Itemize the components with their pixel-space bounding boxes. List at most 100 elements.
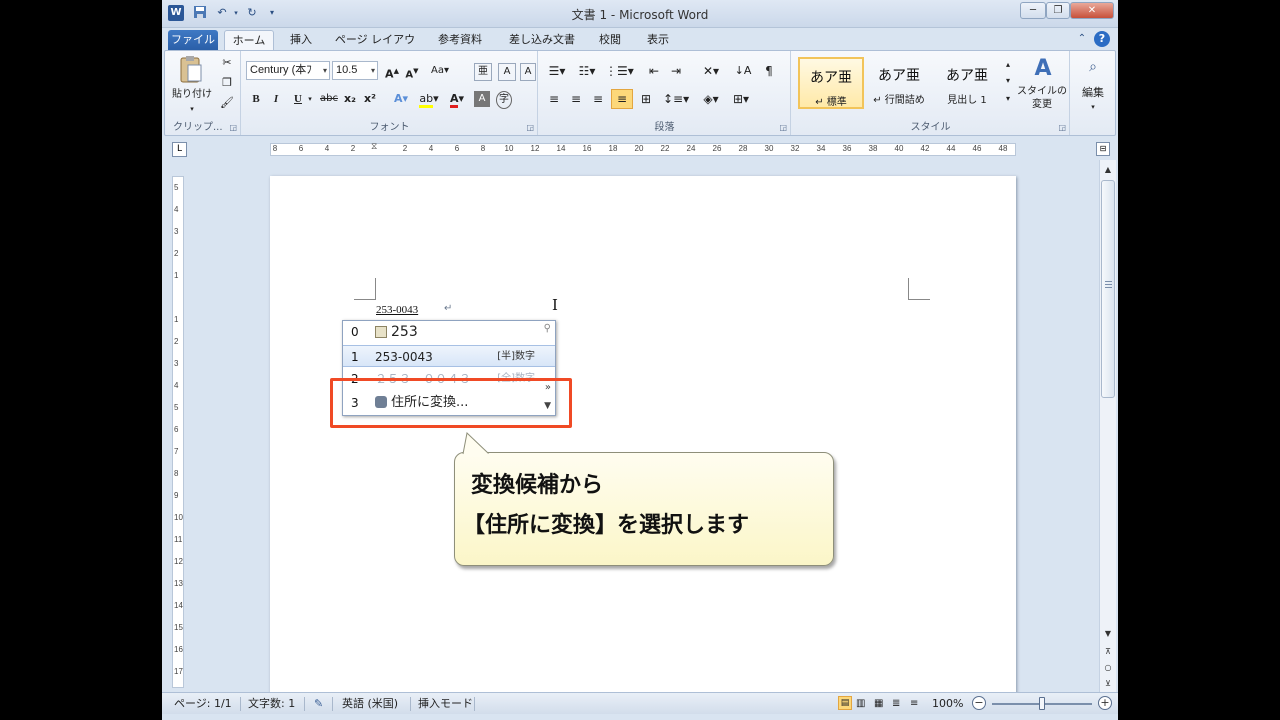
tab-page-layout[interactable]: ページ レイアウト: [330, 30, 420, 66]
sort-icon[interactable]: ↓A: [733, 63, 753, 79]
styles-launcher-icon[interactable]: ◲: [1058, 123, 1066, 132]
minimize-button[interactable]: ─: [1020, 2, 1046, 19]
font-launcher-icon[interactable]: ◲: [526, 123, 534, 132]
grow-font-icon[interactable]: A▲: [384, 63, 400, 83]
change-case-icon[interactable]: Aa▾: [430, 63, 450, 79]
tab-review[interactable]: 校閲: [590, 30, 630, 50]
text-effects-icon[interactable]: A▾: [390, 91, 412, 107]
subscript-button[interactable]: x₂: [342, 91, 358, 107]
zoom-slider-thumb[interactable]: [1039, 697, 1045, 710]
ruler-number: 20: [634, 144, 644, 153]
align-left-icon[interactable]: ≡: [545, 91, 563, 107]
browse-object-icon[interactable]: ○: [1101, 660, 1115, 675]
style-heading-1[interactable]: あア亜 見出し 1: [934, 57, 1000, 109]
vertical-ruler[interactable]: 5 4 3 2 1 1 2 3 4 5 6 7 8 9 10 11 12 13 14 15 16 17: [172, 176, 184, 688]
underline-dropdown-icon[interactable]: ▾: [306, 91, 314, 107]
superscript-button[interactable]: x²: [362, 91, 378, 107]
scroll-up-icon[interactable]: ▲: [1101, 162, 1115, 177]
copy-icon[interactable]: ❐: [219, 75, 235, 91]
zoom-level[interactable]: 100%: [932, 694, 963, 714]
next-page-icon[interactable]: ⊻: [1101, 676, 1115, 691]
indent-marker-icon[interactable]: ⧖: [371, 142, 377, 152]
print-layout-icon[interactable]: ▤: [838, 696, 852, 710]
font-name-combo[interactable]: Century (本ﾌ ▾: [246, 61, 330, 80]
bold-button[interactable]: B: [248, 91, 264, 107]
candidate-0[interactable]: 0 253: [343, 321, 555, 343]
borders-icon[interactable]: ⊞▾: [729, 91, 753, 107]
tab-view[interactable]: 表示: [638, 30, 678, 50]
zoom-in-button[interactable]: +: [1098, 696, 1112, 710]
paragraph-group-label: 段落: [654, 122, 675, 133]
view-ruler-icon[interactable]: ⊟: [1096, 142, 1110, 156]
scroll-thumb[interactable]: [1101, 180, 1115, 398]
language[interactable]: 英語 (米国): [342, 694, 398, 714]
word-count[interactable]: 文字数: 1: [248, 694, 295, 714]
shrink-font-icon[interactable]: A▼: [404, 63, 420, 83]
tab-references[interactable]: 参考資料: [428, 30, 492, 50]
font-color-icon[interactable]: A▾: [446, 91, 468, 108]
clipboard-launcher-icon[interactable]: ◲: [229, 123, 237, 132]
horizontal-ruler[interactable]: 8 6 4 2 2 4 6 8 10 12 14 16 18 20 22 24 26 28 30 32 34 36 38 40…: [270, 142, 1016, 156]
styles-more-icon[interactable]: ▾: [1002, 91, 1014, 107]
binoculars-icon[interactable]: ⌕: [1075, 59, 1111, 75]
character-border-icon[interactable]: A: [520, 63, 536, 81]
zoom-out-button[interactable]: −: [972, 696, 986, 710]
web-layout-icon[interactable]: ▦: [874, 694, 883, 714]
font-size-combo[interactable]: 10.5 ▾: [332, 61, 378, 80]
styles-scroll-down-icon[interactable]: ▾: [1002, 73, 1014, 89]
line-spacing-icon[interactable]: ↕≡▾: [663, 91, 689, 107]
full-screen-reading-icon[interactable]: ▥: [856, 694, 865, 714]
pin-icon[interactable]: ⚲: [544, 323, 551, 334]
tab-home[interactable]: ホーム: [224, 30, 274, 50]
paste-dropdown-icon[interactable]: ▾: [185, 101, 199, 117]
draft-icon[interactable]: ≡: [910, 694, 918, 714]
styles-scroll-up-icon[interactable]: ▴: [1002, 57, 1014, 73]
cut-icon[interactable]: ✂: [219, 55, 235, 71]
close-button[interactable]: ✕: [1070, 2, 1114, 19]
vertical-scrollbar[interactable]: ▲ ▼ ⊼ ○ ⊻: [1099, 160, 1116, 692]
enclose-characters-icon[interactable]: 字: [496, 91, 512, 109]
document-page[interactable]: 253-0043 ↵ I 0 253 ⚲ 1 253-0043 [半]数字 2 …: [270, 176, 1016, 692]
distributed-icon[interactable]: ⊞: [637, 91, 655, 107]
increase-indent-icon[interactable]: ⇥: [667, 63, 685, 79]
phonetic-guide-icon[interactable]: 亜: [474, 63, 492, 81]
outline-icon[interactable]: ≣: [892, 694, 900, 714]
candidate-1[interactable]: 1 253-0043 [半]数字: [343, 345, 555, 367]
tab-file[interactable]: ファイル: [168, 30, 218, 50]
bullets-icon[interactable]: ☰▾: [545, 63, 569, 79]
change-styles-label-2[interactable]: 変更: [1014, 98, 1070, 111]
show-marks-icon[interactable]: ¶: [761, 63, 777, 79]
align-center-icon[interactable]: ≡: [567, 91, 585, 107]
highlight-color-icon[interactable]: ab▾: [418, 91, 440, 108]
shading-icon[interactable]: ◈▾: [699, 91, 723, 107]
style-normal[interactable]: あア亜 ↵ 標準: [798, 57, 864, 109]
scroll-down-icon[interactable]: ▼: [1101, 626, 1115, 641]
help-icon[interactable]: ?: [1094, 31, 1110, 47]
strikethrough-button[interactable]: abc: [318, 91, 340, 107]
restore-button[interactable]: ❐: [1046, 2, 1070, 19]
clear-formatting-icon[interactable]: A: [498, 63, 516, 81]
page-count[interactable]: ページ: 1/1: [174, 694, 232, 714]
previous-page-icon[interactable]: ⊼: [1101, 644, 1115, 659]
multilevel-list-icon[interactable]: ⋮☰▾: [605, 63, 634, 79]
character-shading-icon[interactable]: A: [474, 91, 490, 107]
decrease-indent-icon[interactable]: ⇤: [645, 63, 663, 79]
numbering-icon[interactable]: ☷▾: [575, 63, 599, 79]
format-painter-icon[interactable]: 🖌: [219, 95, 235, 111]
justify-icon[interactable]: ≡: [611, 89, 633, 109]
underline-button[interactable]: U: [290, 91, 306, 107]
tab-insert[interactable]: 挿入: [280, 30, 322, 50]
minimize-ribbon-icon[interactable]: ⌃: [1074, 31, 1090, 47]
tab-selector-icon[interactable]: L: [172, 142, 187, 157]
insert-mode[interactable]: 挿入モード: [418, 694, 473, 714]
change-styles-label-1[interactable]: スタイルの: [1014, 85, 1070, 98]
italic-button[interactable]: I: [268, 91, 284, 107]
proofing-icon[interactable]: ✎: [314, 694, 323, 714]
tab-mailings[interactable]: 差し込み文書: [500, 30, 584, 50]
style-no-spacing[interactable]: あア亜 ↵ 行間詰め: [866, 57, 932, 109]
change-styles-icon[interactable]: A: [1018, 55, 1068, 83]
asian-layout-icon[interactable]: ✕▾: [699, 63, 723, 79]
paragraph-launcher-icon[interactable]: ◲: [779, 123, 787, 132]
align-right-icon[interactable]: ≡: [589, 91, 607, 107]
editing-dropdown-icon[interactable]: ▾: [1071, 99, 1115, 115]
